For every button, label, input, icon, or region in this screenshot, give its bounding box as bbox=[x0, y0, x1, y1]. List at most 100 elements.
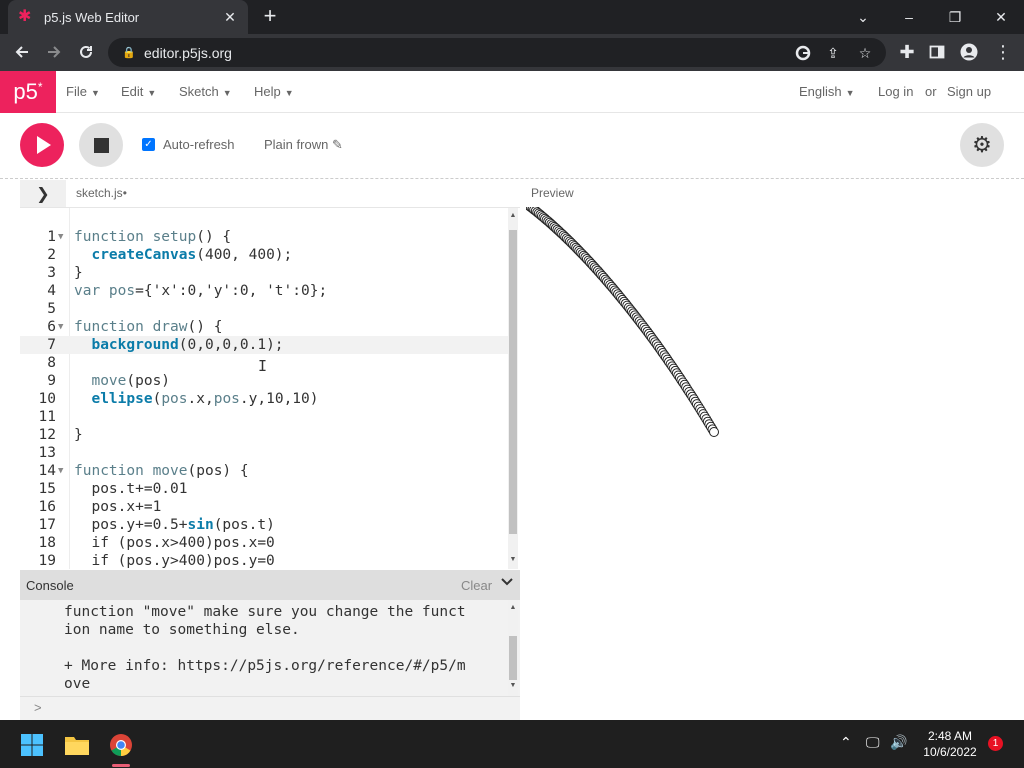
console-collapse-icon[interactable] bbox=[500, 575, 514, 592]
pencil-edit-icon[interactable]: ✎ bbox=[332, 137, 343, 152]
tab-search-button[interactable]: ⌄ bbox=[840, 0, 886, 34]
taskbar-clock[interactable]: 2:48 AM 10/6/2022 bbox=[915, 728, 985, 760]
share-icon[interactable]: ⇪ bbox=[822, 42, 844, 64]
code-line[interactable]: 15 pos.t+=0.01 bbox=[20, 480, 510, 498]
code-line[interactable]: 4 var pos={'x':0,'y':0, 't':0}; bbox=[20, 282, 510, 300]
chrome-taskbar-button[interactable] bbox=[104, 728, 138, 762]
trail-ellipse bbox=[709, 427, 719, 437]
start-button[interactable] bbox=[15, 728, 49, 762]
browser-tab[interactable]: ✱ p5.js Web Editor ✕ bbox=[8, 0, 248, 34]
signup-link[interactable]: Sign up bbox=[947, 84, 991, 99]
file-tab-sketch[interactable]: sketch.js• bbox=[76, 186, 127, 200]
code-line[interactable]: 16 pos.x+=1 bbox=[20, 498, 510, 516]
code-text: if (pos.y>400)pos.y=0 bbox=[74, 553, 275, 569]
reload-button[interactable] bbox=[73, 39, 99, 65]
caret-down-icon: ▼ bbox=[90, 88, 100, 98]
code-line[interactable]: 12} bbox=[20, 426, 510, 444]
code-line[interactable]: 17 pos.y+=0.5+sin(pos.t) bbox=[20, 516, 510, 534]
editor-scroll-thumb[interactable] bbox=[509, 230, 517, 534]
address-bar[interactable]: 🔒 editor.p5js.org ⇪ ☆ bbox=[108, 38, 886, 67]
network-icon[interactable]: 🖵 bbox=[866, 734, 880, 751]
console-line: ove bbox=[64, 676, 91, 692]
console-input[interactable]: > bbox=[20, 696, 520, 720]
auto-refresh-checkbox[interactable]: ✓ bbox=[142, 138, 155, 151]
settings-button[interactable]: ⚙ bbox=[960, 123, 1004, 167]
edit-menu-label: Edit bbox=[121, 84, 144, 99]
scroll-down-icon[interactable]: ▼ bbox=[508, 556, 518, 563]
code-line[interactable]: 14 ▼ function move(pos) { bbox=[20, 462, 510, 480]
side-panel-icon[interactable] bbox=[924, 39, 950, 65]
notification-badge[interactable]: 1 bbox=[988, 736, 1003, 751]
line-number: 6 bbox=[47, 319, 56, 335]
code-line[interactable]: 2 createCanvas(400, 400); bbox=[20, 246, 510, 264]
chevron-down-icon bbox=[501, 578, 513, 586]
code-line[interactable]: 7 background(0,0,0,0.1); bbox=[20, 336, 510, 354]
scroll-up-icon[interactable]: ▲ bbox=[508, 212, 518, 219]
back-button[interactable] bbox=[9, 39, 35, 65]
reload-icon bbox=[80, 45, 92, 58]
console-scrollbar[interactable]: ▲ ▼ bbox=[508, 600, 518, 696]
forward-button[interactable] bbox=[41, 39, 67, 65]
stop-button[interactable] bbox=[79, 123, 123, 167]
auto-refresh-toggle[interactable]: ✓ Auto-refresh bbox=[142, 137, 235, 152]
file-menu[interactable]: File ▼ bbox=[66, 84, 100, 99]
code-line[interactable]: 5 bbox=[20, 300, 510, 318]
sketch-name[interactable]: Plain frown ✎ bbox=[264, 137, 343, 153]
caret-down-icon: ▼ bbox=[147, 88, 157, 98]
preview-canvas[interactable] bbox=[523, 200, 926, 720]
sketch-menu[interactable]: Sketch ▼ bbox=[179, 84, 232, 99]
line-number: 1 bbox=[47, 229, 56, 245]
active-app-indicator bbox=[112, 764, 130, 767]
google-g-icon bbox=[795, 45, 811, 61]
windows-taskbar: ⌃ 🖵 🔊 2:48 AM 10/6/2022 bbox=[0, 720, 1024, 768]
fold-arrow-icon[interactable]: ▼ bbox=[58, 462, 68, 480]
chevron-right-icon: ❯ bbox=[36, 185, 50, 203]
google-icon[interactable] bbox=[792, 42, 814, 64]
code-editor[interactable]: 1 ▼ function setup() {2 createCanvas(400, … bbox=[20, 207, 520, 569]
file-menu-label: File bbox=[66, 84, 87, 99]
extensions-puzzle-icon[interactable]: ✚ bbox=[894, 39, 920, 65]
volume-icon[interactable]: 🔊 bbox=[890, 734, 907, 751]
code-text: pos.t+=0.01 bbox=[74, 481, 188, 497]
file-explorer-button[interactable] bbox=[60, 728, 94, 762]
line-number: 12 bbox=[38, 427, 56, 443]
login-link[interactable]: Log in bbox=[878, 84, 913, 99]
code-line[interactable]: 13 bbox=[20, 444, 510, 462]
p5-logo[interactable]: p5 * bbox=[0, 71, 56, 113]
expand-sidebar-button[interactable]: ❯ bbox=[20, 180, 66, 207]
play-button[interactable] bbox=[20, 123, 64, 167]
restore-button[interactable]: ❐ bbox=[932, 0, 978, 34]
code-line[interactable]: 3} bbox=[20, 264, 510, 282]
line-number: 18 bbox=[38, 535, 56, 551]
console-clear-button[interactable]: Clear bbox=[461, 578, 492, 593]
minimize-button[interactable]: – bbox=[886, 0, 932, 34]
code-line[interactable]: 1 ▼ function setup() { bbox=[20, 228, 510, 246]
sketch-preview[interactable] bbox=[523, 200, 926, 720]
code-line[interactable]: 18 if (pos.x>400)pos.x=0 bbox=[20, 534, 510, 552]
console-scroll-thumb[interactable] bbox=[509, 636, 517, 680]
code-line[interactable]: 6 ▼ function draw() { bbox=[20, 318, 510, 336]
browser-toolbar: 🔒 editor.p5js.org ⇪ ☆ ✚ ⋮ bbox=[0, 34, 1024, 71]
code-line[interactable]: 11 bbox=[20, 408, 510, 426]
forward-arrow-icon bbox=[48, 46, 61, 58]
tray-overflow-icon[interactable]: ⌃ bbox=[840, 734, 852, 751]
chrome-menu-icon[interactable]: ⋮ bbox=[990, 39, 1016, 65]
edit-menu[interactable]: Edit ▼ bbox=[121, 84, 156, 99]
help-menu[interactable]: Help ▼ bbox=[254, 84, 294, 99]
fold-arrow-icon[interactable]: ▼ bbox=[58, 228, 68, 246]
line-number: 3 bbox=[47, 265, 56, 281]
editor-scrollbar[interactable]: ▲ ▼ bbox=[508, 208, 518, 569]
code-line[interactable]: 10 ellipse(pos.x,pos.y,10,10) bbox=[20, 390, 510, 408]
code-line[interactable]: 19 if (pos.y>400)pos.y=0 bbox=[20, 552, 510, 569]
scroll-down-icon[interactable]: ▼ bbox=[508, 682, 518, 689]
line-number: 16 bbox=[38, 499, 56, 515]
fold-arrow-icon[interactable]: ▼ bbox=[58, 318, 68, 336]
language-menu[interactable]: English ▼ bbox=[799, 84, 855, 99]
window-close-button[interactable]: ✕ bbox=[978, 0, 1024, 34]
console-line: ion name to something else. bbox=[64, 622, 300, 638]
profile-avatar-icon[interactable] bbox=[956, 39, 982, 65]
tab-close-icon[interactable]: ✕ bbox=[222, 9, 238, 26]
scroll-up-icon[interactable]: ▲ bbox=[508, 604, 518, 611]
new-tab-button[interactable]: + bbox=[258, 5, 282, 29]
bookmark-star-icon[interactable]: ☆ bbox=[854, 42, 876, 64]
